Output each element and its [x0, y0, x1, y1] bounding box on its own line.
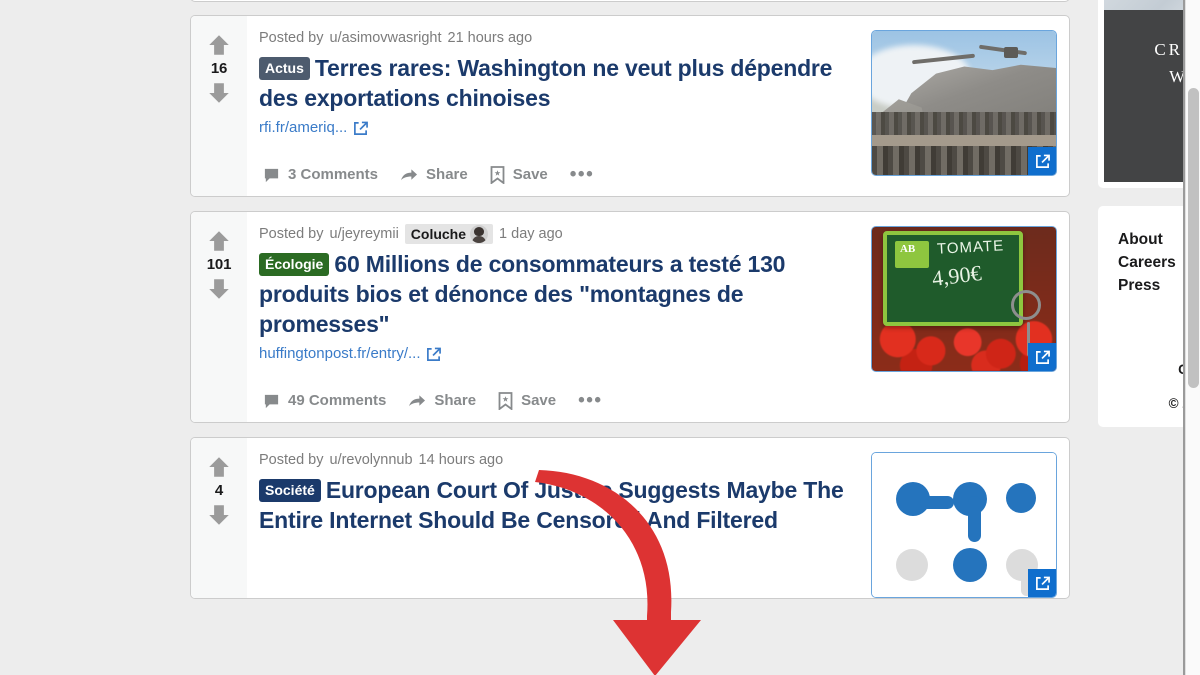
post-title[interactable]: Écologie 60 Millions de consommateurs a t… [259, 249, 861, 339]
post-thumbnail-wrap [871, 438, 1069, 598]
post-thumbnail[interactable]: TOMATE 4,90€ [871, 226, 1057, 372]
comments-label: 3 Comments [288, 166, 379, 183]
post-thumbnail-wrap [871, 16, 1069, 196]
reddit-feed-screen: 16 Posted by u/asimovwasright 21 hours a… [0, 0, 1200, 675]
post-meta-prefix: Posted by [259, 452, 324, 468]
post-card-clipped-above[interactable] [190, 0, 1070, 2]
avatar [470, 225, 489, 243]
post-meta-prefix: Posted by [259, 30, 324, 46]
post-action-bar: 49 Comments Share Save ••• [259, 379, 861, 422]
post-source-domain: rfi.fr/ameriq... [259, 119, 348, 136]
scrollbar[interactable] [1185, 0, 1200, 675]
post-flair-badge[interactable]: Société [259, 479, 321, 502]
upvote-arrow-icon[interactable] [206, 228, 232, 254]
post-flair-badge[interactable]: Actus [259, 57, 310, 80]
post-thumbnail[interactable] [871, 30, 1057, 176]
post-meta: Posted by u/asimovwasright 21 hours ago [259, 28, 861, 48]
vote-score: 101 [206, 256, 232, 273]
share-button[interactable]: Share [400, 165, 468, 185]
comments-button[interactable]: 3 Comments [263, 165, 378, 185]
comments-label: 49 Comments [288, 392, 387, 409]
post-body: Posted by u/jeyreymii Coluche 1 day ago … [247, 212, 871, 422]
comments-button[interactable]: 49 Comments [263, 391, 386, 411]
external-link-icon [426, 347, 442, 362]
save-label: Save [512, 166, 548, 183]
thumbnail-chalk-price: 4,90€ [930, 260, 983, 292]
scrollbar-thumb[interactable] [1188, 88, 1199, 388]
post-card[interactable]: 16 Posted by u/asimovwasright 21 hours a… [190, 15, 1070, 197]
post-title[interactable]: Actus Terres rares: Washington ne veut pl… [259, 53, 861, 113]
post-thumbnail[interactable] [871, 452, 1057, 598]
post-action-bar: 3 Comments Share Save ••• [259, 153, 861, 196]
post-source-link[interactable]: rfi.fr/ameriq... [259, 117, 369, 139]
post-feed: 16 Posted by u/asimovwasright 21 hours a… [190, 0, 1070, 613]
post-meta: Posted by u/jeyreymii Coluche 1 day ago [259, 224, 861, 244]
post-body: Posted by u/asimovwasright 21 hours ago … [247, 16, 871, 196]
downvote-arrow-icon[interactable] [206, 276, 232, 302]
post-flair-badge[interactable]: Écologie [259, 253, 330, 276]
post-timestamp: 1 day ago [499, 226, 563, 242]
post-source-domain: huffingtonpost.fr/entry/... [259, 345, 421, 362]
post-timestamp: 14 hours ago [418, 452, 504, 468]
vote-score: 4 [214, 482, 224, 499]
post-title-text: 60 Millions de consommateurs a testé 130… [259, 251, 786, 337]
post-card[interactable]: 101 Posted by u/jeyreymii Coluche 1 day … [190, 211, 1070, 423]
post-author[interactable]: u/jeyreymii [330, 224, 399, 244]
vote-column: 4 [191, 438, 247, 598]
share-button[interactable]: Share [408, 391, 476, 411]
post-timestamp: 21 hours ago [447, 30, 533, 46]
vote-column: 101 [191, 212, 247, 422]
more-options-button[interactable]: ••• [578, 391, 602, 410]
post-thumbnail-wrap: TOMATE 4,90€ [871, 212, 1069, 422]
downvote-arrow-icon[interactable] [206, 80, 232, 106]
save-button[interactable]: Save [490, 165, 548, 185]
external-link-icon [353, 121, 369, 136]
user-flair[interactable]: Coluche [404, 224, 494, 244]
post-body: Posted by u/revolynnub 14 hours ago Soci… [247, 438, 871, 598]
post-source-link[interactable]: huffingtonpost.fr/entry/... [259, 343, 442, 365]
thumbnail-chalk-title: TOMATE [936, 237, 1005, 258]
expand-thumbnail-icon[interactable] [1028, 569, 1056, 597]
vote-column: 16 [191, 16, 247, 196]
post-card[interactable]: 4 Posted by u/revolynnub 14 hours ago So… [190, 437, 1070, 599]
save-button[interactable]: Save [498, 391, 556, 411]
post-title-text: European Court Of Justice Suggests Maybe… [259, 477, 844, 533]
expand-thumbnail-icon[interactable] [1028, 343, 1056, 371]
upvote-arrow-icon[interactable] [206, 454, 232, 480]
upvote-arrow-icon[interactable] [206, 32, 232, 58]
save-label: Save [521, 392, 557, 409]
post-meta-prefix: Posted by [259, 226, 324, 242]
post-meta: Posted by u/revolynnub 14 hours ago [259, 450, 861, 470]
post-title-text: Terres rares: Washington ne veut plus dé… [259, 55, 833, 111]
post-author[interactable]: u/asimovwasright [330, 28, 442, 48]
share-label: Share [426, 166, 468, 183]
post-title[interactable]: Société European Court Of Justice Suggest… [259, 475, 861, 535]
user-flair-label: Coluche [410, 226, 467, 242]
more-options-button[interactable]: ••• [570, 165, 594, 184]
post-author[interactable]: u/revolynnub [330, 450, 413, 470]
expand-thumbnail-icon[interactable] [1028, 147, 1056, 175]
vote-score: 16 [210, 60, 228, 77]
share-label: Share [434, 392, 477, 409]
downvote-arrow-icon[interactable] [206, 502, 232, 528]
